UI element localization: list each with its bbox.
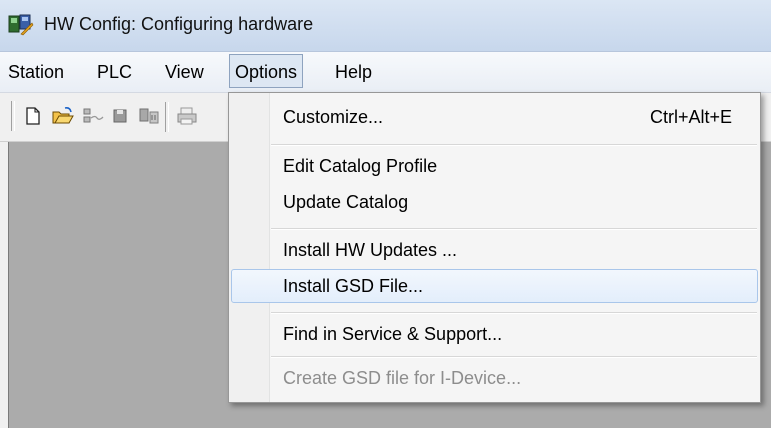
toolbar-grip[interactable] — [11, 101, 15, 131]
menu-item-install-hw-updates[interactable]: Install HW Updates ... — [229, 232, 760, 268]
menu-item-label: Edit Catalog Profile — [283, 156, 438, 176]
save-icon[interactable] — [111, 106, 129, 126]
title-bar: HW Config: Configuring hardware — [0, 0, 771, 52]
window-title: HW Config: Configuring hardware — [44, 14, 314, 34]
menu-item-label: Create GSD file for I-Device... — [283, 368, 522, 388]
menu-item-update-catalog[interactable]: Update Catalog — [229, 184, 760, 220]
menu-item-shortcut: Ctrl+Alt+E — [649, 107, 732, 127]
toolbar-separator — [165, 102, 169, 132]
menu-item-label: Find in Service & Support... — [283, 324, 503, 344]
menu-item-label: Install GSD File... — [283, 276, 424, 296]
menu-bar: Station PLC View Options Help — [0, 52, 771, 93]
workspace-edge — [0, 142, 8, 428]
menu-plc[interactable]: PLC — [97, 60, 132, 84]
menu-item-customize[interactable]: Customize... Ctrl+Alt+E — [229, 99, 760, 135]
menu-help[interactable]: Help — [335, 60, 372, 84]
menu-item-label: Update Catalog — [283, 192, 409, 212]
hw-config-app-icon[interactable] — [8, 14, 34, 36]
open-icon[interactable] — [52, 106, 74, 126]
menu-separator — [271, 312, 757, 314]
network-icon[interactable] — [82, 106, 104, 126]
menu-item-create-gsd-file: Create GSD file for I-Device... — [229, 360, 760, 396]
menu-item-edit-catalog-profile[interactable]: Edit Catalog Profile — [229, 148, 760, 184]
menu-item-find-in-service-support[interactable]: Find in Service & Support... — [229, 316, 760, 352]
new-icon[interactable] — [24, 106, 42, 126]
menu-separator — [271, 356, 757, 358]
menu-item-label: Customize... — [283, 107, 384, 127]
print-icon[interactable] — [176, 106, 198, 126]
menu-station[interactable]: Station — [8, 60, 64, 84]
download-icon[interactable] — [138, 106, 160, 126]
menu-separator — [271, 144, 757, 146]
menu-view[interactable]: View — [165, 60, 204, 84]
options-menu: Customize... Ctrl+Alt+E Edit Catalog Pro… — [228, 92, 761, 403]
menu-item-label: Install HW Updates ... — [283, 240, 458, 260]
menu-options[interactable]: Options — [229, 54, 304, 88]
menu-separator — [271, 228, 757, 230]
menu-item-install-gsd-file[interactable]: Install GSD File... — [229, 268, 760, 304]
